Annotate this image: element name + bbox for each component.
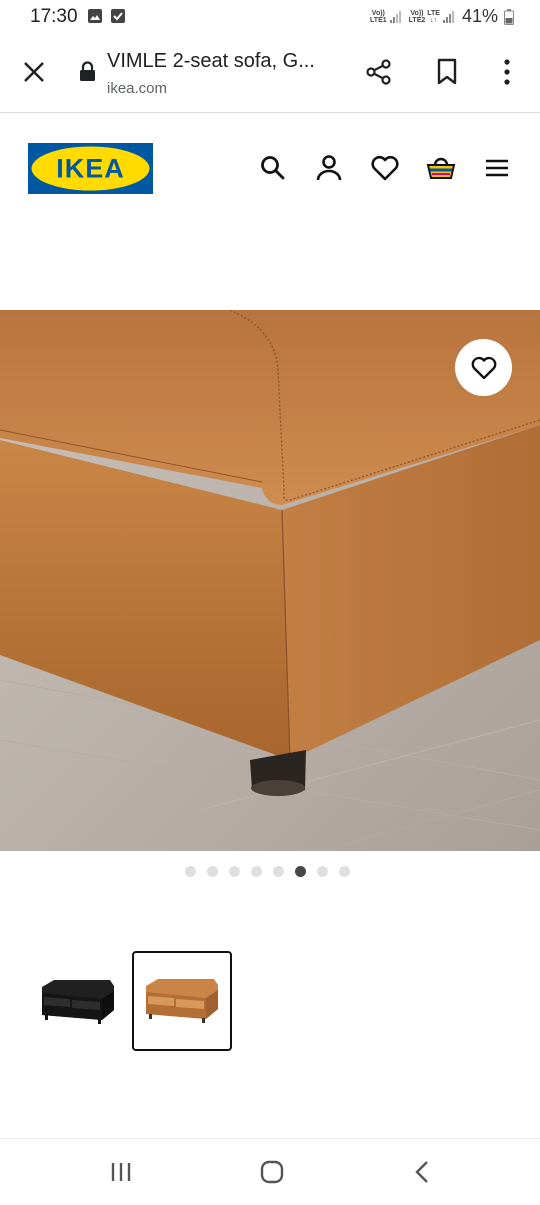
recent-apps-icon[interactable] bbox=[110, 1161, 132, 1183]
sim1-indicator: Vo)) LTE1 bbox=[370, 10, 403, 24]
battery-icon bbox=[504, 8, 514, 25]
back-icon[interactable] bbox=[413, 1159, 431, 1185]
ikea-logo[interactable]: IKEA bbox=[28, 143, 153, 194]
heart-icon bbox=[471, 356, 496, 379]
carousel-dot[interactable] bbox=[185, 866, 196, 877]
carousel-dot[interactable] bbox=[207, 866, 218, 877]
favourites-icon[interactable] bbox=[369, 152, 401, 184]
system-navigation-bar bbox=[0, 1138, 540, 1205]
menu-icon[interactable] bbox=[481, 152, 513, 184]
shopping-bag-icon[interactable] bbox=[425, 152, 457, 184]
carousel-dots bbox=[185, 866, 350, 877]
signal-icon bbox=[389, 10, 401, 23]
carousel-dot[interactable] bbox=[251, 866, 262, 877]
logo-text: IKEA bbox=[56, 154, 125, 184]
page-title[interactable]: VIMLE 2-seat sofa, G... bbox=[107, 50, 315, 73]
signal-icon bbox=[442, 10, 454, 23]
product-image[interactable] bbox=[0, 310, 540, 851]
url-host[interactable]: ikea.com bbox=[107, 80, 167, 97]
carousel-dot[interactable] bbox=[229, 866, 240, 877]
thumbnail-golden-brown-sofa[interactable] bbox=[132, 951, 232, 1051]
carousel-dot[interactable] bbox=[295, 866, 306, 877]
battery-percent: 41% bbox=[461, 6, 498, 26]
close-icon[interactable] bbox=[22, 60, 46, 84]
status-time: 17:30 bbox=[30, 6, 78, 27]
status-bar: 17:30 Vo)) LTE1 Vo)) LTE2 LTE ↓↑ 41% bbox=[0, 0, 540, 34]
more-options-icon[interactable] bbox=[500, 58, 514, 86]
lock-icon[interactable] bbox=[79, 61, 96, 82]
bookmark-icon[interactable] bbox=[436, 58, 458, 86]
check-notification-icon bbox=[111, 9, 125, 23]
carousel-dot[interactable] bbox=[339, 866, 350, 877]
carousel-dot[interactable] bbox=[317, 866, 328, 877]
account-icon[interactable] bbox=[313, 152, 345, 184]
home-icon[interactable] bbox=[259, 1159, 285, 1185]
carousel-dot[interactable] bbox=[273, 866, 284, 877]
gallery-notification-icon bbox=[88, 9, 102, 23]
thumbnail-black-sofa[interactable] bbox=[32, 955, 127, 1048]
add-to-favourites-button[interactable] bbox=[455, 339, 512, 396]
browser-toolbar: VIMLE 2-seat sofa, G... ikea.com bbox=[0, 34, 540, 113]
sim2-indicator: Vo)) LTE2 LTE ↓↑ bbox=[409, 10, 456, 24]
search-icon[interactable] bbox=[257, 152, 289, 184]
share-icon[interactable] bbox=[365, 58, 393, 86]
